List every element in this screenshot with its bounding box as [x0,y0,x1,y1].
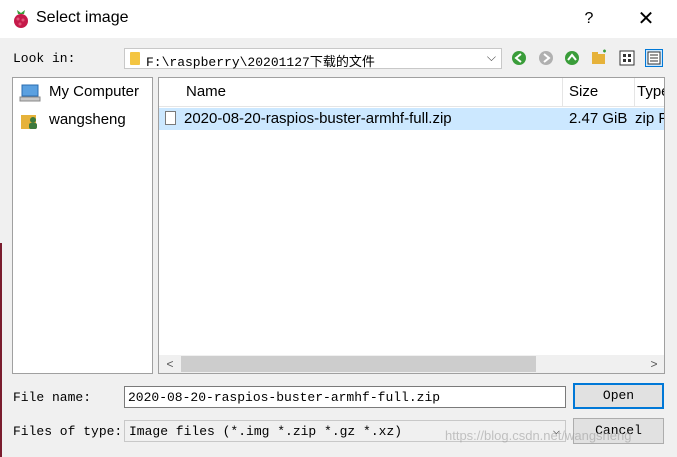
close-button[interactable]: ✕ [624,4,668,34]
folder-icon [130,52,140,65]
look-in-path: F:\raspberry\20201127下载的文件 [146,55,375,70]
horizontal-scrollbar[interactable]: < > [159,355,664,373]
help-button[interactable]: ? [570,4,608,34]
raspberry-icon [14,10,28,28]
chevron-left-icon[interactable]: < [161,355,179,373]
back-arrow-icon[interactable] [510,49,528,67]
up-arrow-icon[interactable] [563,49,581,67]
file-list[interactable]: ^ Name Size Type 2020-08-20-raspios-bust… [158,77,665,374]
sort-arrow-icon: ^ [355,78,360,82]
column-size[interactable]: Size [569,78,598,106]
forward-arrow-icon[interactable] [537,49,555,67]
table-header: ^ Name Size Type [159,78,664,107]
column-divider[interactable] [634,78,635,106]
places-sidebar: My Computer wangsheng [12,77,153,374]
list-view-icon[interactable] [618,49,636,67]
file-type-value: Image files (*.img *.zip *.gz *.xz) [129,424,403,439]
sidebar-item-label: wangsheng [49,111,126,128]
file-size-cell: 2.47 GiB [569,110,628,127]
column-name[interactable]: Name [186,78,226,106]
file-name-input[interactable]: 2020-08-20-raspios-buster-armhf-full.zip [124,386,566,408]
sidebar-item-my-computer[interactable]: My Computer [19,81,149,105]
watermark-text: https://blog.csdn.net/wangsheng [445,428,632,443]
file-name-label: File name: [13,390,92,405]
column-divider[interactable] [562,78,563,106]
background-window-edge [0,243,2,457]
sidebar-item-label: My Computer [49,83,140,100]
look-in-combo[interactable]: F:\raspberry\20201127下载的文件 ⌵ [124,48,502,70]
sidebar-item-wangsheng[interactable]: wangsheng [19,109,149,133]
new-folder-icon[interactable] [590,49,608,67]
column-type[interactable]: Type [637,78,664,106]
chevron-right-icon[interactable]: > [645,355,663,373]
user-folder-icon [21,115,37,129]
scrollbar-thumb[interactable] [181,356,536,372]
computer-icon [19,84,41,102]
file-name-cell: 2020-08-20-raspios-buster-armhf-full.zip [184,110,452,127]
file-icon [165,111,176,125]
title-bar[interactable]: Select image ? ✕ [0,0,677,38]
table-row[interactable]: 2020-08-20-raspios-buster-armhf-full.zip… [159,108,664,130]
open-button[interactable]: Open [573,383,664,409]
detail-view-icon[interactable] [645,49,663,67]
select-image-dialog: Select image ? ✕ Look in: F:\raspberry\2… [0,0,677,457]
file-type-cell: zip File [635,110,664,127]
window-title: Select image [36,9,129,26]
chevron-down-icon[interactable]: ⌵ [487,50,496,65]
look-in-label: Look in: [13,51,76,66]
file-type-label: Files of type: [13,424,123,439]
